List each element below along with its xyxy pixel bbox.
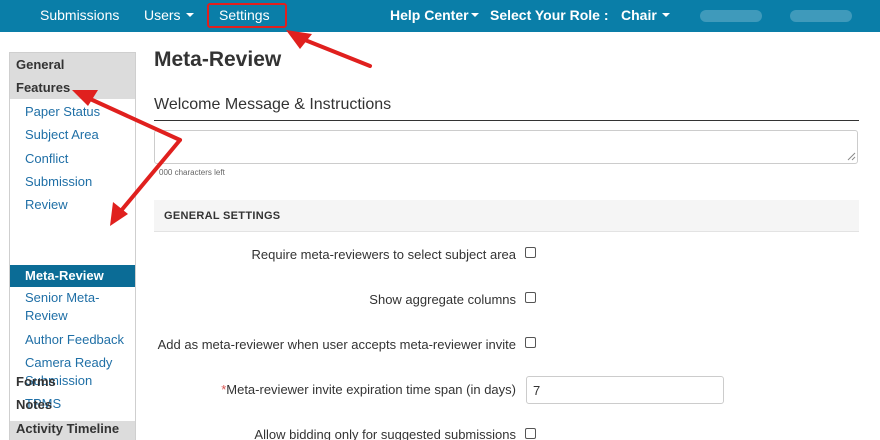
invite-expiration-input[interactable] — [526, 376, 724, 404]
sidebar-item-conflict[interactable]: Conflict — [25, 150, 68, 168]
sidebar-item-senior-meta-review[interactable]: Senior Meta-Review — [25, 289, 120, 325]
role-dropdown-label: Chair — [621, 7, 657, 23]
chevron-down-icon — [661, 13, 670, 18]
features-submenu: Paper Status Subject Area Conflict Submi… — [10, 99, 135, 421]
sidebar-general[interactable]: General — [16, 57, 64, 72]
sidebar-item-author-feedback[interactable]: Author Feedback — [25, 331, 124, 349]
sidebar-item-label: Review — [25, 197, 68, 212]
welcome-message-textarea[interactable] — [154, 130, 858, 164]
sidebar-item-meta-review[interactable]: Meta-Review — [10, 265, 135, 287]
sidebar-item-submission[interactable]: Submission — [25, 173, 92, 191]
select-role-label: Select Your Role : — [490, 0, 609, 32]
section-title: GENERAL SETTINGS — [164, 210, 281, 222]
sidebar-item-label: Submission — [25, 174, 93, 189]
sidebar-item-label: Paper Status — [25, 104, 101, 119]
sidebar-notes-label: Notes — [16, 397, 53, 412]
settings-highlight-box — [207, 3, 287, 28]
redacted-user-menu — [790, 10, 852, 22]
setting-label-require-subject-area: Require meta-reviewers to select subject… — [251, 247, 516, 262]
arrow-to-settings — [286, 30, 372, 68]
nav-users[interactable]: Users — [144, 0, 194, 32]
general-settings-header: GENERAL SETTINGS — [154, 200, 859, 232]
invite-expiration-text: Meta-reviewer invite expiration time spa… — [226, 382, 516, 397]
sidebar-activity-timeline-label: Activity Timeline — [16, 421, 120, 436]
sidebar-item-review[interactable]: Review — [25, 196, 68, 214]
allow-bidding-checkbox[interactable] — [525, 428, 536, 439]
show-aggregate-columns-checkbox[interactable] — [525, 292, 536, 303]
setting-label-add-as-meta-reviewer: Add as meta-reviewer when user accepts m… — [157, 337, 516, 352]
page-title: Meta-Review — [154, 48, 282, 71]
sidebar-item-label: Conflict — [25, 151, 69, 166]
redacted-user-info — [700, 10, 762, 22]
settings-sidebar: General Features Paper Status Subject Ar… — [9, 52, 136, 440]
nav-help-center[interactable]: Help Center — [390, 0, 479, 32]
select-role-text: Select Your Role : — [490, 7, 609, 23]
setting-label-allow-bidding: Allow bidding only for suggested submiss… — [254, 427, 516, 440]
sidebar-item-paper-status[interactable]: Paper Status — [25, 103, 100, 121]
role-dropdown[interactable]: Chair — [621, 0, 670, 32]
resize-grip-icon[interactable] — [846, 151, 856, 161]
nav-submissions-label: Submissions — [40, 7, 120, 23]
sidebar-item-label: Meta-Review — [25, 268, 104, 283]
sidebar-general-label: General — [16, 57, 65, 72]
setting-label-invite-expiration: *Meta-reviewer invite expiration time sp… — [221, 382, 516, 397]
top-navbar: Submissions Users Settings Help Center S… — [0, 0, 880, 32]
sidebar-forms[interactable]: Forms — [16, 374, 56, 389]
sidebar-item-label: Author Feedback — [25, 332, 125, 347]
sidebar-activity-timeline[interactable]: Activity Timeline — [16, 421, 119, 436]
nav-submissions[interactable]: Submissions — [40, 0, 119, 32]
nav-users-label: Users — [144, 7, 181, 23]
sidebar-features[interactable]: Features — [16, 80, 70, 95]
characters-left-counter: 000 characters left — [159, 168, 225, 177]
sidebar-item-label: Senior Meta-Review — [25, 290, 100, 323]
welcome-heading: Welcome Message & Instructions — [154, 96, 392, 113]
sidebar-item-subject-area[interactable]: Subject Area — [25, 126, 99, 144]
sidebar-notes[interactable]: Notes — [16, 397, 52, 412]
require-subject-area-checkbox[interactable] — [525, 247, 536, 258]
sidebar-features-label: Features — [16, 80, 71, 95]
setting-label-show-aggregate-columns: Show aggregate columns — [369, 292, 516, 307]
chevron-down-icon — [470, 13, 479, 18]
nav-help-center-label: Help Center — [390, 7, 469, 23]
chevron-down-icon — [185, 13, 194, 18]
divider — [154, 120, 859, 121]
sidebar-forms-label: Forms — [16, 374, 56, 389]
add-as-meta-reviewer-checkbox[interactable] — [525, 337, 536, 348]
sidebar-item-label: Subject Area — [25, 127, 99, 142]
